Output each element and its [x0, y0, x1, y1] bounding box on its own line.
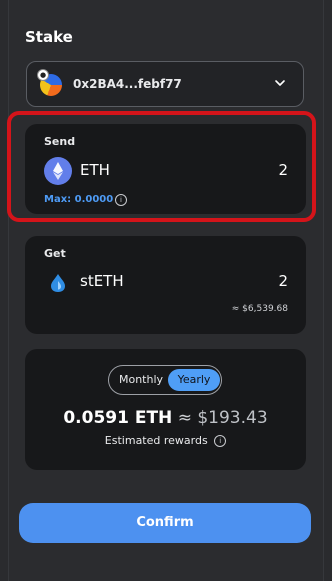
- period-toggle[interactable]: Monthly Yearly: [108, 365, 222, 395]
- get-asset: stETH: [80, 272, 124, 290]
- max-button[interactable]: Max: 0.0000: [44, 194, 113, 205]
- get-amount: 2: [278, 272, 288, 290]
- send-amount-input[interactable]: 2: [278, 161, 288, 179]
- get-usd-value: ≈ $6,539.68: [231, 304, 288, 314]
- page-title: Stake: [25, 28, 73, 46]
- wallet-selector[interactable]: ● 0x2BA4...febf77: [26, 61, 304, 107]
- eth-icon: [44, 157, 72, 185]
- wallet-address: 0x2BA4...febf77: [73, 77, 182, 91]
- reward-usd-amount: $193.43: [197, 408, 268, 428]
- reward-eth-amount: 0.0591 ETH: [63, 408, 173, 428]
- estimated-rewards-label: Estimated rewards i: [25, 434, 306, 447]
- confirm-button[interactable]: Confirm: [19, 503, 311, 543]
- wallet-badge-icon: ●: [37, 69, 49, 81]
- send-asset: ETH: [80, 161, 110, 179]
- chevron-down-icon: [275, 80, 285, 86]
- get-card: Get stETH 2 ≈ $6,539.68: [25, 236, 306, 334]
- send-card: Send ETH 2 Max: 0.0000 i: [25, 124, 306, 214]
- steth-icon: [51, 274, 65, 292]
- stake-screen: Stake ● 0x2BA4...febf77 Send ETH 2 Max: …: [0, 0, 332, 581]
- estimated-reward-value: 0.0591 ETH ≈ $193.43: [25, 408, 306, 428]
- toggle-monthly[interactable]: Monthly: [115, 369, 167, 391]
- info-icon[interactable]: i: [214, 435, 227, 447]
- approx-symbol: ≈: [177, 408, 192, 428]
- estimated-rewards-text: Estimated rewards: [104, 434, 208, 447]
- info-icon[interactable]: i: [115, 194, 127, 206]
- get-label: Get: [44, 247, 66, 260]
- toggle-yearly[interactable]: Yearly: [168, 369, 220, 391]
- send-label: Send: [44, 135, 76, 148]
